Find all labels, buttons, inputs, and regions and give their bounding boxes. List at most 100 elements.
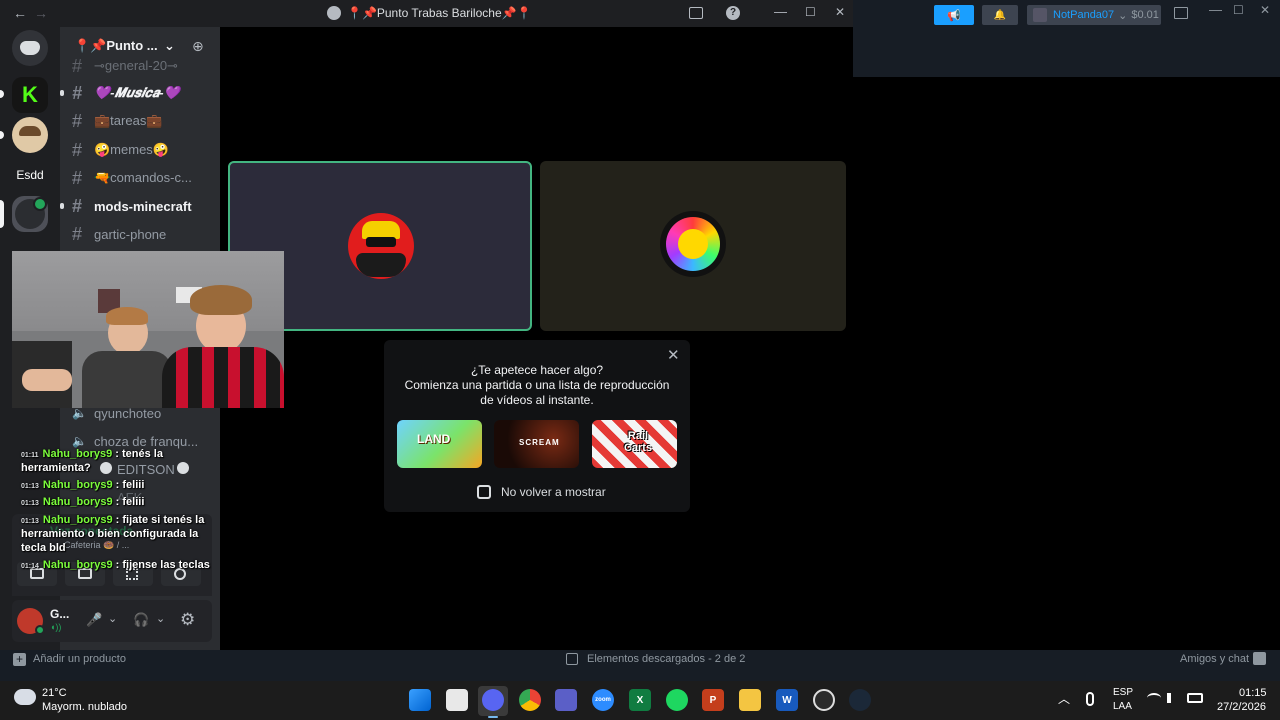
start-icon[interactable]	[409, 689, 431, 711]
guild-avatar[interactable]	[12, 117, 48, 153]
inbox-icon[interactable]	[689, 7, 703, 19]
help-icon[interactable]: ?	[726, 6, 740, 20]
weather-desc[interactable]: Mayorm. nublado	[42, 701, 127, 713]
window-title: 📍📌Punto Trabas Bariloche📌📍	[347, 6, 532, 20]
popup-line: de vídeos al instante.	[480, 393, 594, 407]
voice-member-name[interactable]: EDITSON	[117, 462, 175, 477]
guild-kick[interactable]: K	[12, 77, 48, 113]
channel-item[interactable]: # 💼tareas💼	[72, 109, 163, 133]
channel-item[interactable]: # 🤪memes🤪	[72, 138, 169, 162]
close-icon[interactable]: ✕	[667, 346, 680, 364]
steam-header: 📢 🔔 NotPanda07 ⌄ $0.01 — ☐ ✕	[853, 0, 1280, 77]
chat-line: herramienta?	[21, 462, 91, 474]
avatar	[1033, 8, 1047, 22]
volume-icon[interactable]	[1167, 693, 1177, 703]
username[interactable]: G...	[50, 607, 69, 621]
cloud-icon[interactable]	[14, 689, 36, 705]
game-card[interactable]: SCREAM	[494, 420, 579, 468]
dont-show-label[interactable]: No volver a mostrar	[501, 485, 606, 499]
chat-line: herramiento o bien configurada la	[21, 528, 199, 540]
minimize-button[interactable]: —	[774, 4, 787, 19]
back-button[interactable]: ←	[13, 5, 27, 21]
guild-label: Esdd	[16, 168, 44, 182]
pikachu-face	[678, 229, 708, 259]
kick-logo-icon: K	[22, 82, 38, 107]
steam-announcements-button[interactable]: 📢	[934, 5, 974, 25]
guild-esdd[interactable]: Esdd	[12, 157, 48, 193]
add-product-link[interactable]: Añadir un producto	[33, 653, 126, 665]
steam-account-button[interactable]: NotPanda07 ⌄ $0.01	[1027, 5, 1161, 25]
member-avatar	[177, 462, 189, 474]
teams-icon[interactable]	[555, 689, 577, 711]
steam-maximize-button[interactable]: ☐	[1233, 3, 1244, 17]
settings-button[interactable]: ⚙	[180, 610, 195, 630]
weather-temp[interactable]: 21°C	[42, 687, 67, 699]
clock-date[interactable]: 27/2/2026	[1217, 701, 1266, 713]
spotify-icon[interactable]	[666, 689, 688, 711]
speaking-icon: ◖))	[50, 622, 62, 632]
popup-text: ¿Te apetece hacer algo? Comienza una par…	[384, 363, 690, 408]
dont-show-checkbox[interactable]	[477, 485, 491, 499]
popup-line: Comienza una partida o una lista de repr…	[404, 378, 670, 392]
game-card[interactable]: Rail Carts	[592, 420, 677, 468]
selected-indicator	[0, 200, 4, 228]
member-avatar	[100, 462, 112, 474]
game-card[interactable]: LAND	[397, 420, 482, 468]
channel-item[interactable]: # gartic-phone	[72, 222, 166, 246]
friends-icon[interactable]	[1253, 652, 1266, 665]
battery-icon[interactable]	[1187, 693, 1203, 703]
steam-minimize-button[interactable]: —	[1209, 2, 1222, 17]
voice-call-area	[220, 27, 853, 650]
hash-icon: #	[72, 82, 83, 103]
chevron-down-icon[interactable]: ⌄	[156, 612, 165, 625]
forward-button[interactable]: →	[34, 5, 48, 21]
invite-icon[interactable]: ⊕	[192, 38, 208, 54]
microphone-icon[interactable]	[1086, 692, 1094, 706]
chrome-icon[interactable]	[519, 689, 541, 711]
webcam-overlay	[12, 251, 284, 408]
language-bottom[interactable]: LAA	[1113, 701, 1132, 712]
person-hair	[106, 307, 148, 325]
downloads-status[interactable]: Elementos descargados - 2 de 2	[587, 653, 745, 665]
word-icon[interactable]: W	[776, 689, 798, 711]
bell-icon: 🔔	[993, 9, 1007, 21]
language-top[interactable]: ESP	[1113, 687, 1133, 698]
participant-avatar	[348, 213, 414, 279]
channel-item[interactable]: # 🔫comandos-c...	[72, 166, 192, 190]
powerpoint-icon[interactable]: P	[702, 689, 724, 711]
headset-button[interactable]: 🎧	[133, 612, 149, 628]
chevron-down-icon: ⌄	[164, 38, 175, 53]
steam-taskbar-icon[interactable]	[849, 689, 871, 711]
friends-chat-button[interactable]: Amigos y chat	[1180, 653, 1249, 665]
chevron-down-icon[interactable]: ⌄	[108, 612, 117, 625]
mic-button[interactable]: 🎤	[86, 612, 102, 628]
channel-item[interactable]: # 💜-𝑴𝒖𝒔𝒊𝒄𝒂-💜	[72, 81, 180, 105]
obs-icon[interactable]	[813, 689, 835, 711]
clock-time[interactable]: 01:15	[1239, 687, 1267, 699]
channel-item[interactable]: # ⊸general-20⊸	[72, 54, 178, 78]
big-picture-icon[interactable]	[1174, 7, 1188, 19]
file-explorer-icon[interactable]	[739, 689, 761, 711]
show-hidden-icons[interactable]: ︿	[1058, 690, 1070, 707]
close-button[interactable]: ✕	[835, 5, 845, 19]
wifi-icon[interactable]	[1147, 693, 1161, 703]
active-app-indicator	[488, 716, 498, 718]
voice-channel-path[interactable]: Cafeteria 🍩 / ...	[64, 540, 129, 551]
plus-icon: +	[13, 653, 26, 666]
chat-line: tecla bld	[21, 542, 66, 554]
game-title: LAND	[417, 432, 451, 446]
channel-item[interactable]: # mods-minecraft	[72, 194, 192, 218]
person-hair	[190, 285, 252, 315]
person-hand	[22, 369, 72, 391]
participant-tile[interactable]	[540, 161, 846, 331]
zoom-icon[interactable]: zoom	[592, 689, 614, 711]
maximize-button[interactable]: ☐	[805, 5, 816, 19]
steam-close-button[interactable]: ✕	[1260, 3, 1270, 17]
chevron-down-icon: ⌄	[1118, 9, 1128, 22]
steam-notifications-button[interactable]: 🔔	[982, 5, 1018, 25]
home-button[interactable]	[12, 30, 48, 66]
excel-icon[interactable]: X	[629, 689, 651, 711]
discord-taskbar-icon[interactable]	[482, 689, 504, 711]
server-name: 📍📌Punto ...	[74, 38, 158, 53]
task-view-icon[interactable]	[446, 689, 468, 711]
